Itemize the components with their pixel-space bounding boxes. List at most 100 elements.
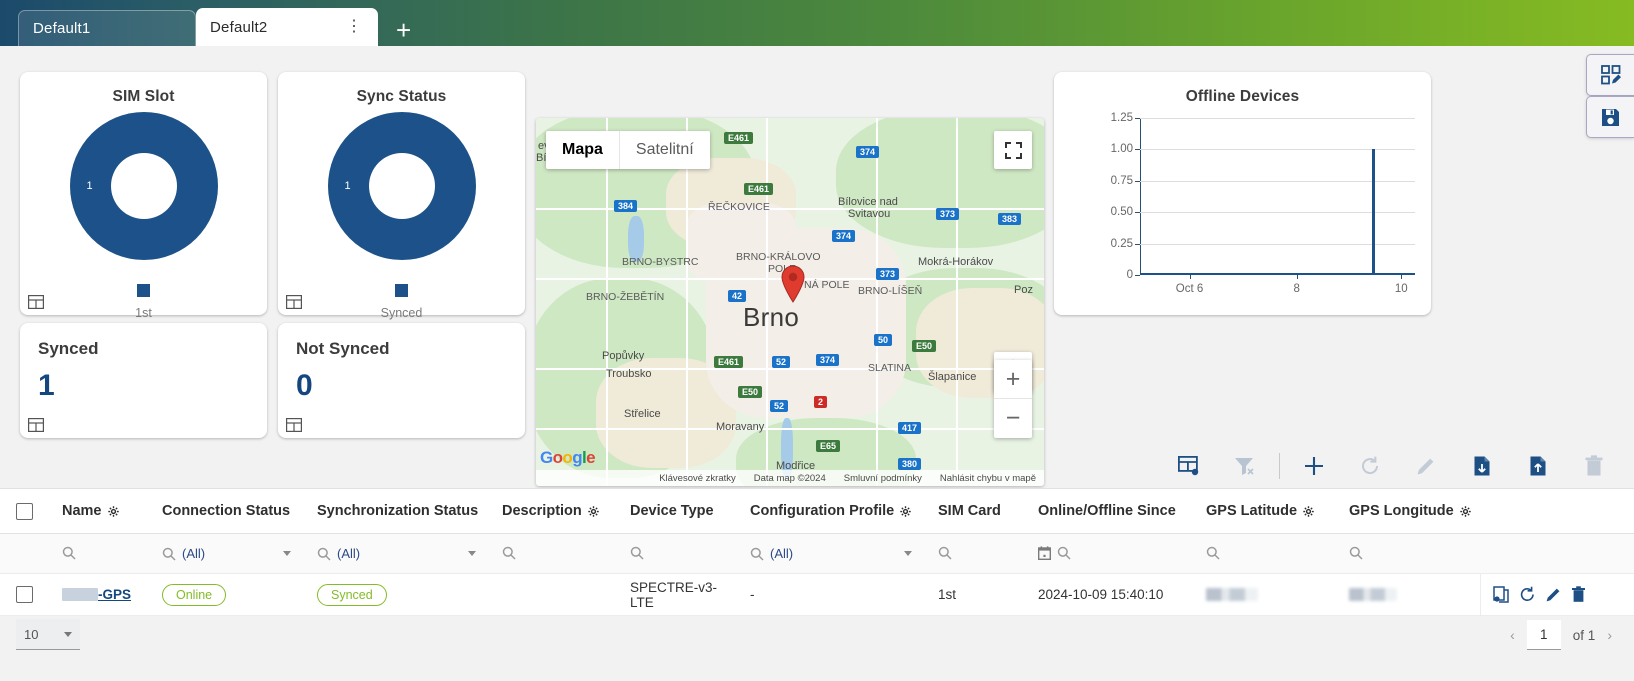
tab-default1[interactable]: Default1: [18, 10, 196, 46]
column-gear-icon[interactable]: [107, 505, 119, 517]
column-gear-icon[interactable]: [1459, 505, 1471, 517]
filter-online-offline-since[interactable]: [1024, 546, 1192, 560]
filter-description[interactable]: [488, 546, 616, 560]
map-type-mapa[interactable]: Mapa: [546, 131, 620, 169]
filter-name[interactable]: [48, 546, 148, 560]
map-zoom-out-button[interactable]: −: [994, 399, 1032, 438]
search-icon[interactable]: [317, 547, 331, 561]
search-icon[interactable]: [750, 547, 764, 561]
column-header-gps-latitude[interactable]: GPS Latitude: [1192, 503, 1335, 519]
filter-synchronization-status[interactable]: (All): [303, 546, 488, 561]
filter-search-icon[interactable]: [62, 546, 76, 560]
filter-configuration-profile[interactable]: (All): [736, 546, 924, 561]
search-icon[interactable]: [1206, 546, 1220, 560]
map-widget[interactable]: ev Bít ŘEČKOVICE Bílovice nad Svitavou BRNO-B…: [536, 118, 1044, 486]
grid-view-icon[interactable]: [28, 295, 44, 309]
column-header-online-offline-since[interactable]: Online/Offline Since: [1024, 503, 1192, 519]
map-attr-shortcuts[interactable]: Klávesové zkratky: [659, 473, 736, 484]
column-header-synchronization-status[interactable]: Synchronization Status: [303, 503, 488, 519]
column-chooser-button[interactable]: [1161, 444, 1217, 488]
row-select-cell[interactable]: [0, 586, 48, 603]
column-settings-icon[interactable]: [1303, 505, 1314, 517]
map-marker-pin-icon[interactable]: [779, 265, 807, 303]
tab-default2[interactable]: Default2 ⋮: [196, 8, 378, 46]
search-icon[interactable]: [1349, 546, 1363, 560]
map-zoom-in-button[interactable]: +: [994, 360, 1032, 399]
search-icon[interactable]: [630, 546, 644, 560]
map-attr-terms[interactable]: Smluvní podmínky: [844, 473, 922, 484]
column-header-description[interactable]: Description: [488, 503, 616, 519]
edit-icon[interactable]: [1545, 586, 1562, 603]
filter-sim-card[interactable]: [924, 546, 1024, 560]
page-size-select[interactable]: 10: [16, 619, 80, 650]
map-fullscreen-button[interactable]: [994, 131, 1032, 169]
filter-gps-latitude[interactable]: [1192, 546, 1335, 560]
filter-search-icon[interactable]: [1206, 546, 1220, 560]
calendar-icon[interactable]: [1038, 546, 1051, 560]
select-all-checkbox[interactable]: [15, 502, 33, 520]
column-header-name[interactable]: Name: [48, 503, 148, 519]
next-page-button[interactable]: ›: [1607, 627, 1612, 643]
import-button[interactable]: [1454, 444, 1510, 488]
add-button[interactable]: [1286, 444, 1342, 488]
column-header-sim-card[interactable]: SIM Card: [924, 503, 1024, 519]
grid-view-icon[interactable]: [28, 418, 44, 432]
column-settings-icon[interactable]: [107, 505, 119, 517]
filter-search-icon[interactable]: [317, 547, 331, 561]
search-icon[interactable]: [1057, 546, 1071, 560]
page-number-input[interactable]: 1: [1526, 620, 1561, 650]
filter-search-icon[interactable]: [750, 547, 764, 561]
filter-select-value[interactable]: (All): [182, 546, 205, 561]
filter-select-value[interactable]: (All): [770, 546, 793, 561]
map-type-satelitni[interactable]: Satelitní: [620, 131, 710, 169]
add-tab-icon[interactable]: +: [396, 17, 411, 43]
chevron-down-icon[interactable]: [468, 551, 476, 556]
row-checkbox[interactable]: [15, 586, 33, 603]
chevron-down-icon[interactable]: [283, 551, 291, 556]
search-icon[interactable]: [62, 546, 76, 560]
refresh-button[interactable]: [1342, 444, 1398, 488]
column-gear-icon[interactable]: [900, 505, 911, 517]
delete-icon[interactable]: [1571, 586, 1586, 603]
column-settings-icon[interactable]: [1459, 505, 1471, 517]
filter-select-value[interactable]: (All): [337, 546, 360, 561]
clear-filter-button[interactable]: [1217, 444, 1273, 488]
export-button[interactable]: [1510, 444, 1566, 488]
column-settings-icon[interactable]: [900, 505, 911, 517]
tab-menu-kebab-icon[interactable]: ⋮: [344, 19, 364, 35]
column-gear-icon[interactable]: [588, 505, 599, 517]
device-name-link[interactable]: -GPS: [98, 587, 131, 602]
grid-view-icon[interactable]: [286, 418, 302, 432]
column-gear-icon[interactable]: [1303, 505, 1314, 517]
column-header-connection-status[interactable]: Connection Status: [148, 503, 303, 519]
column-header-configuration-profile[interactable]: Configuration Profile: [736, 503, 924, 519]
column-settings-icon[interactable]: [588, 505, 599, 517]
restart-icon[interactable]: [1519, 586, 1536, 603]
filter-search-icon[interactable]: [1349, 546, 1363, 560]
filter-search-icon[interactable]: [502, 546, 516, 560]
delete-button[interactable]: [1566, 444, 1622, 488]
edit-dashboard-button[interactable]: [1586, 54, 1634, 96]
column-header-device-type[interactable]: Device Type: [616, 503, 736, 519]
select-all-cell[interactable]: [0, 502, 48, 520]
filter-search-icon[interactable]: [938, 546, 952, 560]
map-type-switcher[interactable]: Mapa Satelitní: [546, 131, 710, 169]
map-zoom-controls[interactable]: + −: [994, 360, 1032, 438]
cell-name[interactable]: -GPS: [48, 587, 148, 602]
filter-connection-status[interactable]: (All): [148, 546, 303, 561]
clone-icon[interactable]: [1493, 586, 1510, 603]
edit-button[interactable]: [1398, 444, 1454, 488]
save-dashboard-button[interactable]: [1586, 96, 1634, 138]
filter-search-icon[interactable]: [162, 547, 176, 561]
filter-search-icon[interactable]: [1057, 546, 1071, 560]
search-icon[interactable]: [502, 546, 516, 560]
grid-view-icon[interactable]: [286, 295, 302, 309]
search-icon[interactable]: [162, 547, 176, 561]
filter-calendar-icon[interactable]: [1038, 546, 1051, 560]
chevron-down-icon[interactable]: [904, 551, 912, 556]
column-header-gps-longitude[interactable]: GPS Longitude: [1335, 503, 1480, 519]
prev-page-button[interactable]: ‹: [1510, 627, 1515, 643]
filter-search-icon[interactable]: [630, 546, 644, 560]
map-attr-report[interactable]: Nahlásit chybu v mapě: [940, 473, 1036, 484]
search-icon[interactable]: [938, 546, 952, 560]
